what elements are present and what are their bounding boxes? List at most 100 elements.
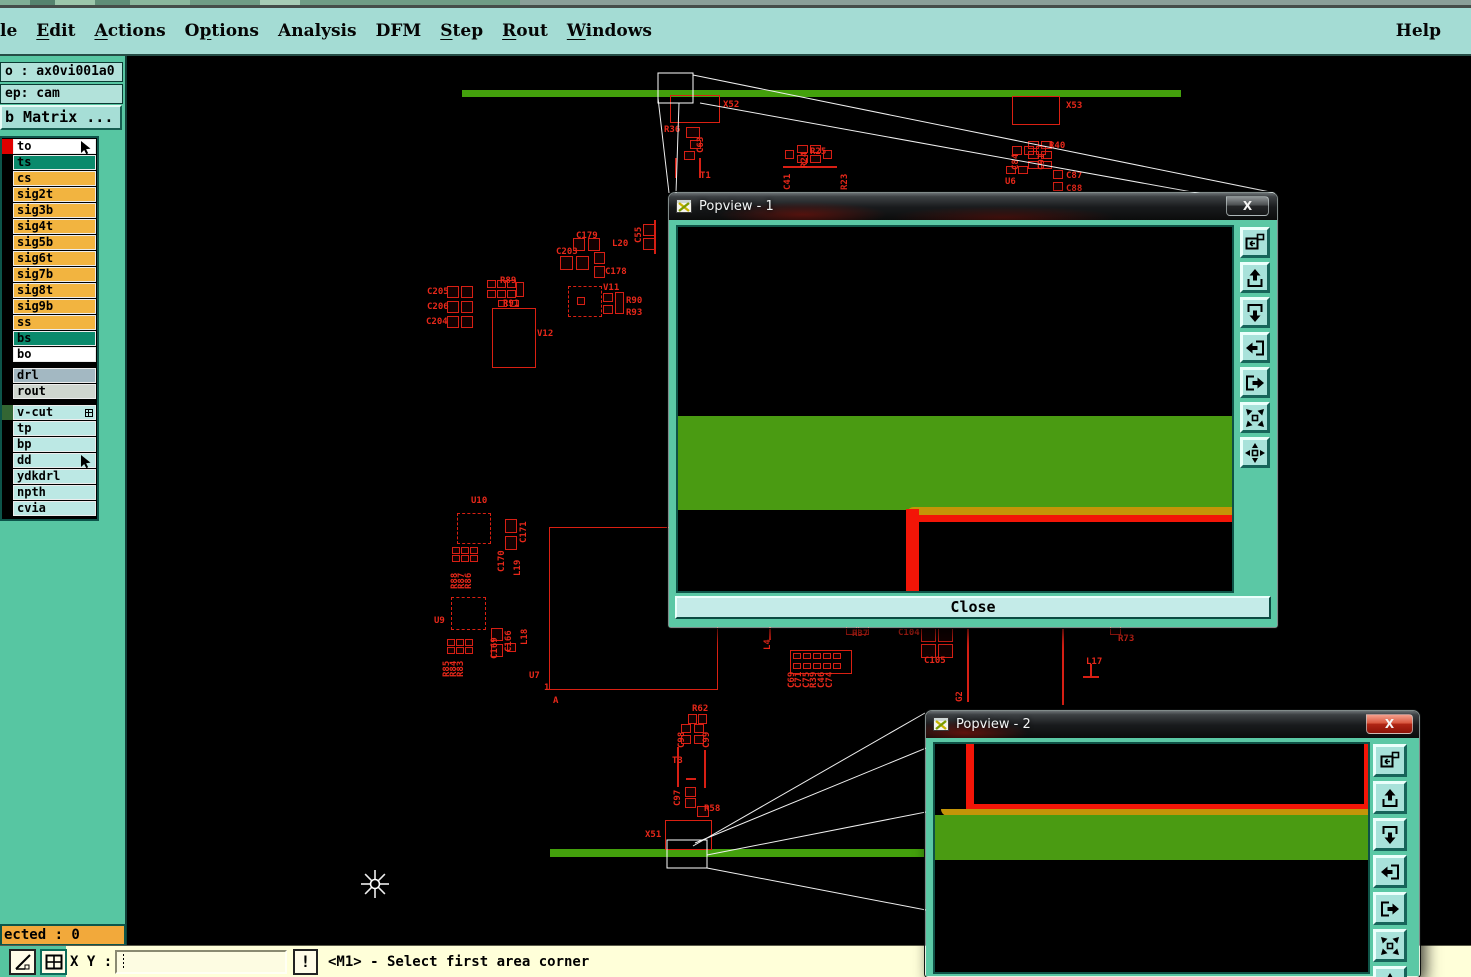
layer-name-label[interactable]: rout <box>13 384 96 399</box>
layer-row-bp[interactable]: bp <box>2 437 96 452</box>
layer-row-ts[interactable]: ts <box>2 155 96 170</box>
layer-color-marker[interactable] <box>2 437 13 452</box>
layer-name-label[interactable]: sig4t <box>13 219 96 234</box>
menu-item-dfm[interactable]: DFM <box>376 21 422 41</box>
layer-color-marker[interactable] <box>2 485 13 500</box>
layer-color-marker[interactable] <box>2 235 13 250</box>
pan-left-button[interactable] <box>1373 855 1407 888</box>
layer-color-marker[interactable] <box>2 203 13 218</box>
layer-name-label[interactable]: bs <box>13 331 96 346</box>
layer-row-rout[interactable]: rout <box>2 384 96 399</box>
layer-row-npth[interactable]: npth <box>2 485 96 500</box>
layer-color-marker[interactable] <box>2 267 13 282</box>
layer-name-label[interactable]: sig3b <box>13 203 96 218</box>
pan-right-button[interactable] <box>1240 367 1270 398</box>
layer-name-label[interactable]: tp <box>13 421 96 436</box>
layer-row-cs[interactable]: cs <box>2 171 96 186</box>
layer-row-sig2t[interactable]: sig2t <box>2 187 96 202</box>
popview-1-viewport[interactable] <box>676 225 1234 593</box>
xy-coordinate-input[interactable] <box>115 950 287 974</box>
layer-color-marker[interactable] <box>2 219 13 234</box>
layer-name-label[interactable]: ss <box>13 315 96 330</box>
layer-name-label[interactable]: sig6t <box>13 251 96 266</box>
layer-color-marker[interactable] <box>2 368 13 383</box>
layer-row-cvia[interactable]: cvia <box>2 501 96 516</box>
layer-row-sig9b[interactable]: sig9b <box>2 299 96 314</box>
layer-color-marker[interactable] <box>2 251 13 266</box>
layer-color-marker[interactable] <box>2 187 13 202</box>
popview-1-close-icon[interactable]: X <box>1226 196 1269 216</box>
layer-name-label[interactable]: drl <box>13 368 96 383</box>
menu-item-analysis[interactable]: Analysis <box>278 21 357 41</box>
menu-item-le[interactable]: le <box>0 21 17 41</box>
layer-name-label[interactable]: npth <box>13 485 96 500</box>
layer-row-drl[interactable]: drl <box>2 368 96 383</box>
layer-color-marker[interactable] <box>2 501 13 516</box>
layer-color-marker[interactable] <box>2 469 13 484</box>
layer-row-to[interactable]: to <box>2 139 96 154</box>
job-matrix-button[interactable]: b Matrix ... <box>0 105 122 130</box>
layer-color-marker[interactable] <box>2 171 13 186</box>
layer-color-marker[interactable] <box>2 139 13 154</box>
layer-row-sig8t[interactable]: sig8t <box>2 283 96 298</box>
menu-item-actions[interactable]: Actions <box>94 21 165 41</box>
pan-down-button[interactable] <box>1373 818 1407 851</box>
popview-2-titlebar[interactable]: Popview - 2 <box>926 711 1419 738</box>
layer-name-label[interactable]: sig8t <box>13 283 96 298</box>
layer-row-tp[interactable]: tp <box>2 421 96 436</box>
popview-2-viewport[interactable] <box>933 742 1370 974</box>
layer-color-marker[interactable] <box>2 315 13 330</box>
popview-clone-button[interactable] <box>1240 227 1270 258</box>
menu-item-windows[interactable]: Windows <box>567 21 652 41</box>
layer-name-label[interactable]: sig5b <box>13 235 96 250</box>
layer-color-marker[interactable] <box>2 453 13 468</box>
menu-item-options[interactable]: Options <box>185 21 259 41</box>
layer-name-label[interactable]: ydkdrl <box>13 469 96 484</box>
popview-clone-button[interactable] <box>1373 744 1407 777</box>
pan-up-button[interactable] <box>1373 781 1407 814</box>
menu-item-step[interactable]: Step <box>440 21 483 41</box>
layer-color-marker[interactable] <box>2 405 13 420</box>
layer-color-marker[interactable] <box>2 155 13 170</box>
menu-item-edit[interactable]: Edit <box>36 21 75 41</box>
layer-row-sig3b[interactable]: sig3b <box>2 203 96 218</box>
center-view-button[interactable] <box>1373 966 1407 977</box>
popview-1-close-button[interactable]: Close <box>675 596 1271 619</box>
layer-name-label[interactable]: sig7b <box>13 267 96 282</box>
prompt-alert-button[interactable]: ! <box>293 949 318 975</box>
layer-color-marker[interactable] <box>2 421 13 436</box>
layer-row-ss[interactable]: ss <box>2 315 96 330</box>
layer-row-sig4t[interactable]: sig4t <box>2 219 96 234</box>
layer-row-ydkdrl[interactable]: ydkdrl <box>2 469 96 484</box>
layer-row-v-cut[interactable]: v-cut <box>2 405 96 420</box>
snap-angle-button[interactable] <box>9 949 36 975</box>
layer-color-marker[interactable] <box>2 384 13 399</box>
layer-name-label[interactable]: sig9b <box>13 299 96 314</box>
layer-color-marker[interactable] <box>2 299 13 314</box>
layer-name-label[interactable]: cs <box>13 171 96 186</box>
layer-row-dd[interactable]: dd <box>2 453 96 468</box>
layer-name-label[interactable]: cvia <box>13 501 96 516</box>
layer-name-label[interactable]: ts <box>13 155 96 170</box>
center-view-button[interactable] <box>1240 437 1270 468</box>
pan-right-button[interactable] <box>1373 892 1407 925</box>
layer-row-sig6t[interactable]: sig6t <box>2 251 96 266</box>
menu-item-help[interactable]: Help <box>1396 8 1441 54</box>
layer-row-bs[interactable]: bs <box>2 331 96 346</box>
pan-up-button[interactable] <box>1240 262 1270 293</box>
popview-1-titlebar[interactable]: Popview - 1 <box>669 193 1277 220</box>
layer-name-label[interactable]: dd <box>13 453 96 468</box>
layer-row-sig7b[interactable]: sig7b <box>2 267 96 282</box>
popview-2-close-icon[interactable]: X <box>1366 714 1413 734</box>
layer-name-label[interactable]: bo <box>13 347 96 362</box>
layer-row-sig5b[interactable]: sig5b <box>2 235 96 250</box>
layer-color-marker[interactable] <box>2 283 13 298</box>
layer-color-marker[interactable] <box>2 347 13 362</box>
layer-name-label[interactable]: to <box>13 139 96 154</box>
fit-view-button[interactable] <box>1240 402 1270 433</box>
window-grid-button[interactable] <box>40 949 67 975</box>
layer-name-label[interactable]: v-cut <box>13 405 96 420</box>
layer-name-label[interactable]: sig2t <box>13 187 96 202</box>
menu-item-rout[interactable]: Rout <box>502 21 548 41</box>
layer-name-label[interactable]: bp <box>13 437 96 452</box>
